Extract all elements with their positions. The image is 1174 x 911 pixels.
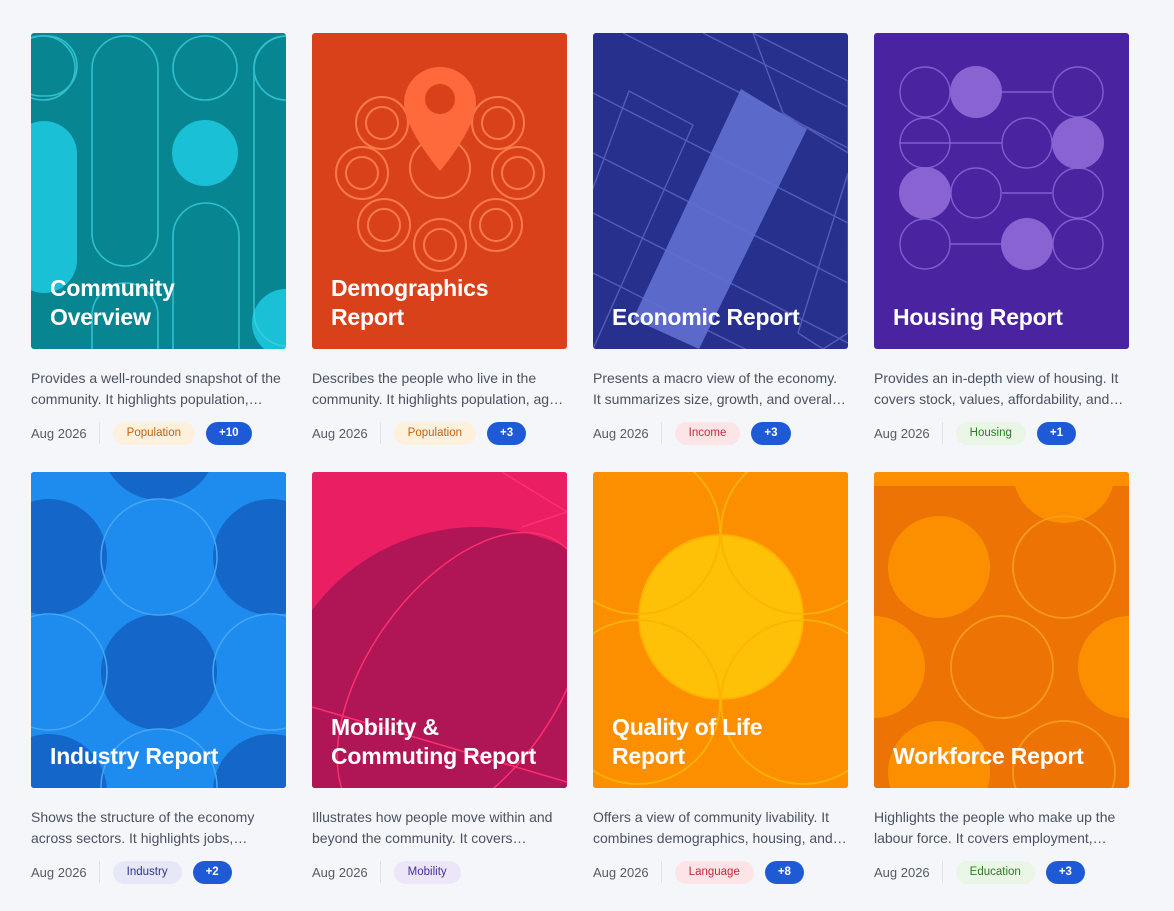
topic-tag[interactable]: Population <box>112 421 196 445</box>
report-meta: Aug 2026 Housing +1 <box>874 421 1129 445</box>
report-title: Economic Report <box>612 303 800 330</box>
report-description: Describes the people who live in the com… <box>312 370 561 407</box>
report-grid: Community Overview Provides a well-rounde… <box>31 33 1129 911</box>
report-meta: Aug 2026 Mobility <box>312 860 567 884</box>
topic-tag[interactable]: Population <box>393 421 477 445</box>
meta-divider <box>379 422 381 444</box>
report-title: Quality of Life Report <box>612 714 763 769</box>
meta-divider <box>98 861 100 883</box>
more-tags-badge[interactable]: +3 <box>751 421 791 445</box>
report-cover[interactable]: Workforce Report <box>874 472 1129 788</box>
report-meta: Aug 2026 Education +3 <box>874 860 1129 884</box>
report-description: Provides an in-depth view of housing. It… <box>874 370 1119 407</box>
report-date: Aug 2026 <box>874 425 930 441</box>
more-tags-badge[interactable]: +8 <box>764 860 804 884</box>
meta-divider <box>660 422 662 444</box>
topic-tag[interactable]: Language <box>674 860 754 884</box>
report-title: Industry Report <box>50 742 219 769</box>
report-title: Workforce Report <box>893 742 1084 769</box>
meta-divider <box>660 861 662 883</box>
topic-tag[interactable]: Mobility <box>393 860 461 884</box>
report-date: Aug 2026 <box>593 864 649 880</box>
report-title: Community Overview <box>50 275 175 330</box>
more-tags-badge[interactable]: +3 <box>487 421 527 445</box>
report-cover[interactable]: Demographics Report <box>312 33 567 349</box>
meta-divider <box>98 422 100 444</box>
meta-divider <box>379 861 381 883</box>
more-tags-badge[interactable]: +2 <box>192 860 232 884</box>
report-title: Demographics Report <box>331 275 489 330</box>
report-date: Aug 2026 <box>312 425 368 441</box>
topic-tag[interactable]: Income <box>674 421 741 445</box>
report-meta: Aug 2026 Industry +2 <box>31 860 286 884</box>
report-card[interactable]: Housing Report Provides an in-depth view … <box>874 33 1129 472</box>
report-description: Offers a view of community livability. I… <box>593 809 833 846</box>
report-card[interactable]: Industry Report Shows the structure of th… <box>31 472 286 911</box>
report-date: Aug 2026 <box>593 425 649 441</box>
report-meta: Aug 2026 Language +8 <box>593 860 848 884</box>
topic-tag[interactable]: Education <box>955 860 1035 884</box>
report-cover[interactable]: Housing Report <box>874 33 1129 349</box>
report-card[interactable]: Workforce Report Highlights the people wh… <box>874 472 1129 911</box>
report-cover[interactable]: Quality of Life Report <box>593 472 848 788</box>
more-tags-badge[interactable]: +10 <box>206 421 252 445</box>
report-card[interactable]: Mobility & Commuting Report Illustrates h… <box>312 472 567 911</box>
report-date: Aug 2026 <box>31 425 87 441</box>
topic-tag[interactable]: Industry <box>112 860 182 884</box>
report-card[interactable]: Demographics Report Describes the people … <box>312 33 567 472</box>
report-description: Illustrates how people move within and b… <box>312 809 553 846</box>
more-tags-badge[interactable]: +3 <box>1045 860 1085 884</box>
meta-divider <box>941 422 943 444</box>
meta-divider <box>941 861 943 883</box>
report-card[interactable]: Community Overview Provides a well-rounde… <box>31 33 286 472</box>
report-description: Highlights the people who make up the la… <box>874 809 1116 846</box>
report-card[interactable]: Economic Report Presents a macro view of … <box>593 33 848 472</box>
topic-tag[interactable]: Housing <box>955 421 1026 445</box>
report-cover[interactable]: Mobility & Commuting Report <box>312 472 567 788</box>
report-cover[interactable]: Community Overview <box>31 33 286 349</box>
more-tags-badge[interactable]: +1 <box>1036 421 1076 445</box>
report-description: Presents a macro view of the economy. It… <box>593 370 838 407</box>
report-meta: Aug 2026 Income +3 <box>593 421 848 445</box>
report-date: Aug 2026 <box>874 864 930 880</box>
report-card[interactable]: Quality of Life Report Offers a view of c… <box>593 472 848 911</box>
report-title: Mobility & Commuting Report <box>331 714 537 769</box>
report-title: Housing Report <box>893 303 1063 330</box>
report-date: Aug 2026 <box>312 864 368 880</box>
report-date: Aug 2026 <box>31 864 87 880</box>
report-cover[interactable]: Economic Report <box>593 33 848 349</box>
report-cover[interactable]: Industry Report <box>31 472 286 788</box>
report-description: Provides a well-rounded snapshot of the … <box>31 370 281 407</box>
report-meta: Aug 2026 Population +3 <box>312 421 567 445</box>
report-description: Shows the structure of the economy acros… <box>31 809 255 846</box>
report-meta: Aug 2026 Population +10 <box>31 421 286 445</box>
